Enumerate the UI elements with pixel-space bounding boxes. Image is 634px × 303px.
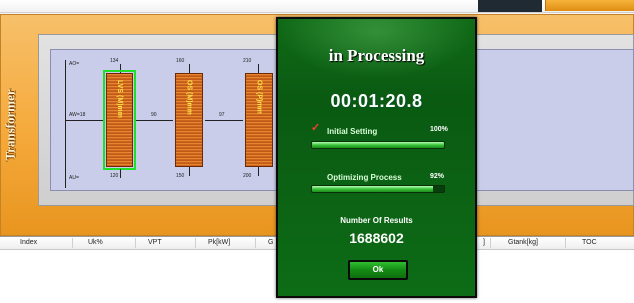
coil3-bottom-value: 200 (243, 173, 252, 179)
results-count-value: 1688602 (349, 230, 404, 246)
results-count-label: Number Of Results (340, 216, 413, 225)
column-separator[interactable] (135, 238, 136, 248)
coil3-label: OS (P)mm (255, 80, 263, 114)
au-label: AU= (69, 175, 79, 181)
column-separator[interactable] (195, 238, 196, 248)
coil2-top-line (189, 64, 190, 73)
column-separator[interactable] (490, 238, 491, 248)
side-label: Transformer (0, 14, 22, 236)
axis-line (65, 60, 66, 188)
elapsed-timer: 00:01:20.8 (330, 91, 423, 111)
column-separator[interactable] (565, 238, 566, 248)
dialog-title: in Processing (328, 46, 425, 65)
coil1-bottom-line (120, 169, 121, 178)
column-uk[interactable]: Uk% (88, 239, 103, 246)
step1-progress-fill (312, 142, 444, 148)
side-label-text: Transformer (3, 89, 19, 161)
coil1-top-value: 134 (110, 58, 119, 64)
column-gtank[interactable]: Gtank[kg] (508, 239, 538, 246)
gap2-dimension-line (205, 120, 243, 121)
step1-label: Initial Setting (327, 127, 378, 136)
coil2-bottom-line (189, 167, 190, 176)
aw-label: AW=18 (69, 112, 86, 118)
step2-progress-bar (311, 185, 445, 193)
coil1-label: LVS (M)mm (116, 80, 123, 118)
processing-dialog: in Processing 00:01:20.8 ✓ Initial Setti… (276, 17, 477, 298)
coil-lv-selected[interactable]: LVS (M)mm (103, 70, 136, 170)
coil3-bottom-line (258, 167, 259, 176)
column-toc[interactable]: TOC (582, 239, 597, 246)
gap2-label: 97 (219, 112, 225, 118)
column-vpt[interactable]: VPT (148, 239, 162, 246)
aw-dimension-line (65, 120, 104, 121)
ok-button[interactable]: Ok (348, 260, 408, 280)
ao-label: AO= (69, 61, 80, 67)
column-g[interactable]: G (268, 239, 273, 246)
coil-os-p[interactable]: OS (P)mm (245, 73, 273, 167)
coil2-top-value: 160 (176, 58, 185, 64)
step1-progress-bar (311, 141, 445, 149)
coil2-label: OS (M)mm (185, 80, 193, 115)
column-separator[interactable] (72, 238, 73, 248)
coil-os-m[interactable]: OS (M)mm (175, 73, 203, 167)
column-separator[interactable] (255, 238, 256, 248)
column-hidden-end[interactable]: ] (483, 239, 485, 246)
column-index[interactable]: Index (20, 239, 37, 246)
step2-label: Optimizing Process (327, 173, 402, 182)
coil1-top-line (120, 64, 121, 73)
gap1-dimension-line (135, 120, 173, 121)
step1-percent: 100% (430, 126, 448, 133)
coil2-bottom-value: 150 (176, 173, 185, 179)
orange-tab[interactable] (545, 0, 634, 11)
coil3-top-line (258, 64, 259, 73)
step2-progress-fill (312, 186, 434, 192)
coil1-bottom-value: 120 (110, 173, 119, 179)
coil3-top-value: 210 (243, 58, 252, 64)
toolbar-dark-segment (478, 0, 542, 12)
check-icon: ✓ (311, 122, 321, 134)
column-pk[interactable]: Pk[kW] (208, 239, 230, 246)
step2-percent: 92% (430, 173, 445, 180)
gap1-label: 90 (151, 112, 157, 118)
